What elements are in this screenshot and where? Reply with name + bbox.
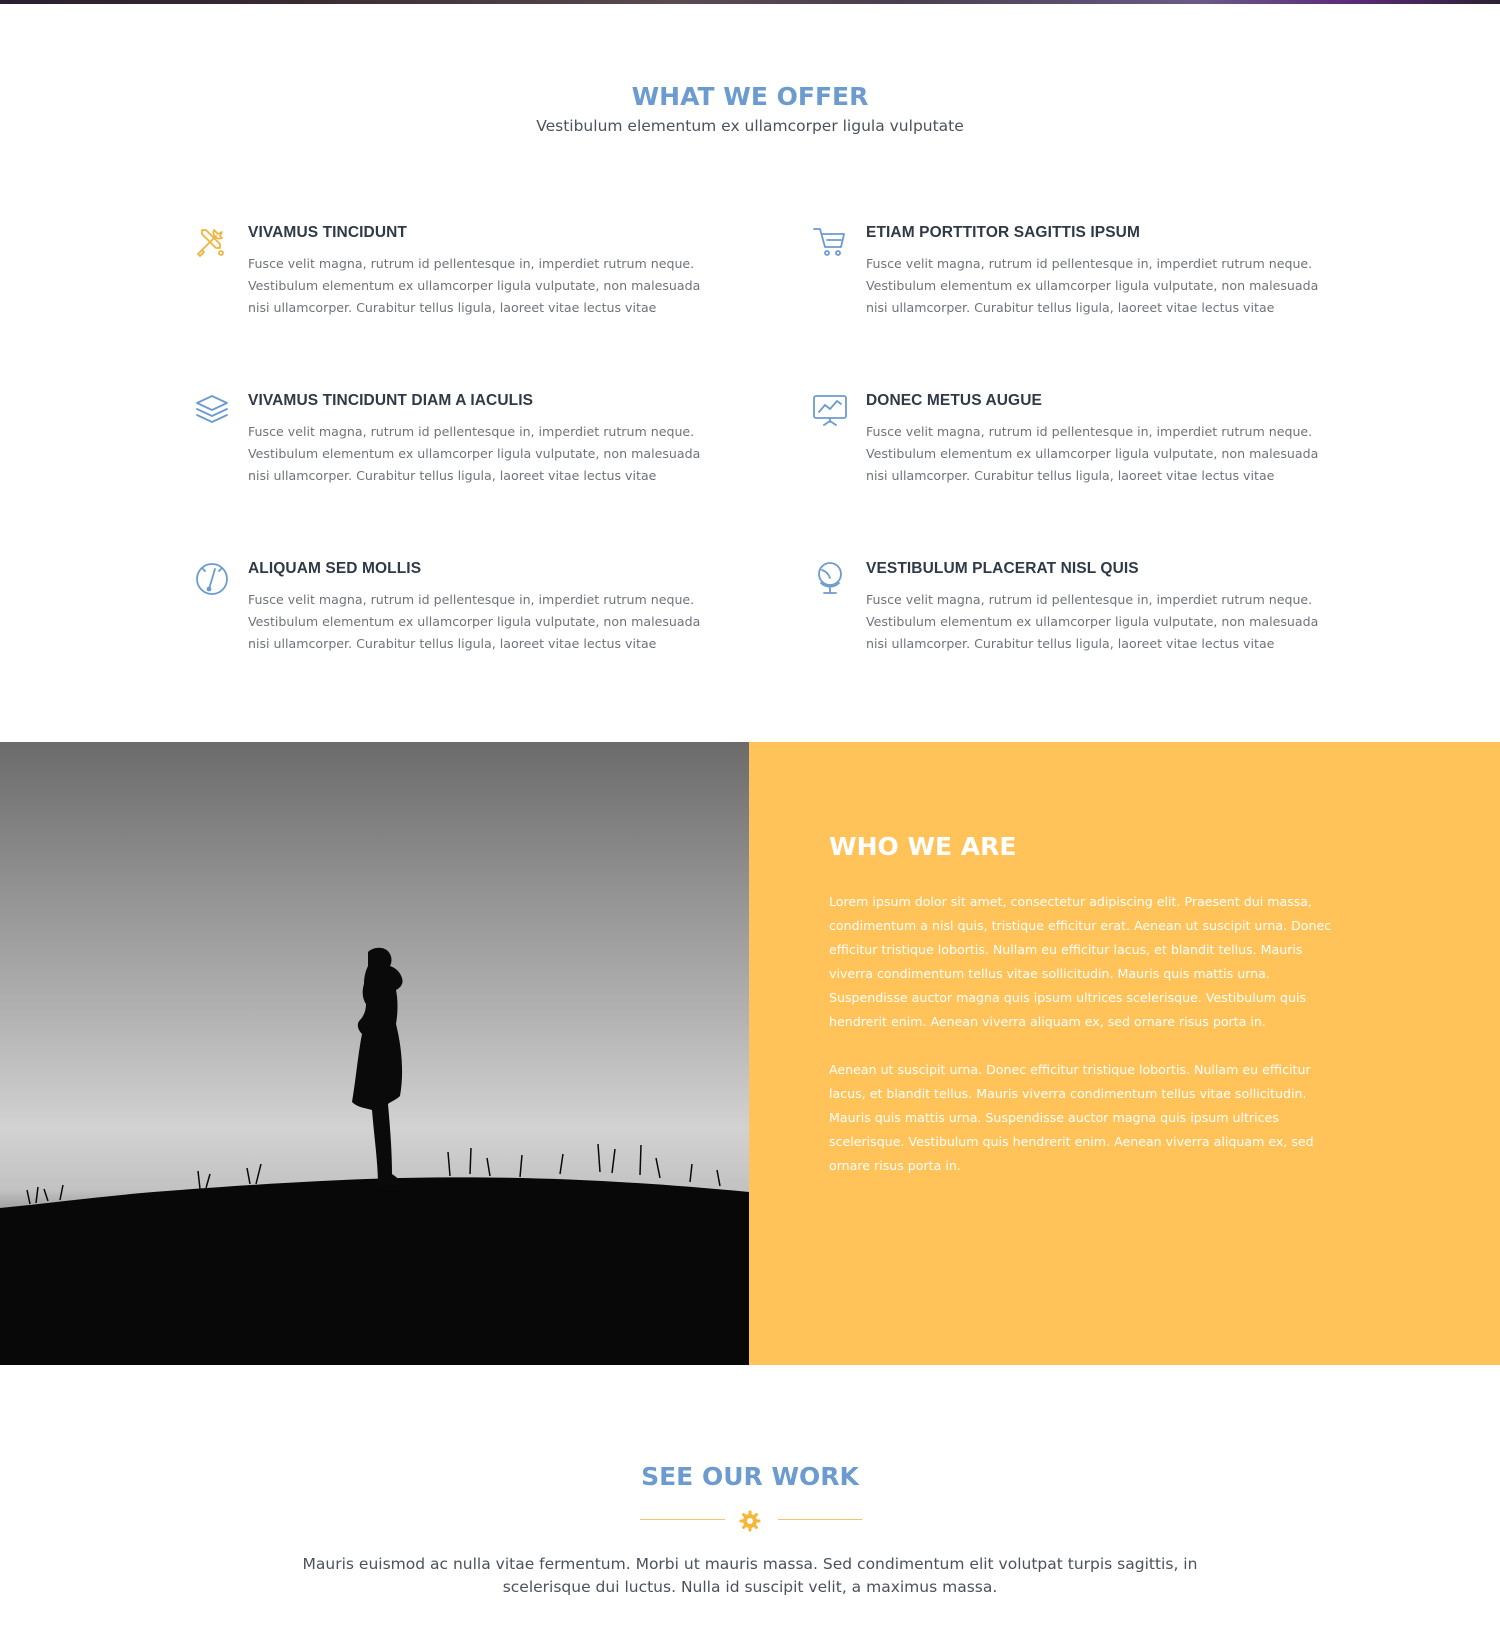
- feature-item: DONEC METUS AUGUE Fusce velit magna, rut…: [810, 390, 1330, 510]
- who-we-are-paragraph: Aenean ut suscipit urna. Donec efficitur…: [829, 1062, 1314, 1173]
- what-we-offer-section: WHAT WE OFFER Vestibulum elementum ex ul…: [0, 4, 1500, 742]
- section-subtitle: Vestibulum elementum ex ullamcorper ligu…: [536, 117, 964, 135]
- globe-icon: [810, 558, 850, 598]
- silhouette-photo: [0, 742, 749, 1365]
- who-we-are-panel: WHO WE ARE Lorem ipsum dolor sit amet, c…: [749, 742, 1500, 1365]
- presentation-chart-icon: [810, 390, 850, 430]
- feature-item: VESTIBULUM PLACERAT NISL QUIS Fusce veli…: [810, 558, 1330, 678]
- layers-icon: [192, 390, 232, 430]
- tools-icon: [192, 222, 232, 262]
- see-our-work-text: Mauris euismod ac nulla vitae fermentum.…: [302, 1555, 1198, 1596]
- who-we-are-section: WHO WE ARE Lorem ipsum dolor sit amet, c…: [0, 742, 1500, 1365]
- divider-line: [778, 1519, 862, 1520]
- feature-title: ALIQUAM SED MOLLIS: [248, 560, 422, 577]
- feature-text: Fusce velit magna, rutrum id pellentesqu…: [248, 256, 701, 315]
- feature-item: ALIQUAM SED MOLLIS Fusce velit magna, ru…: [192, 558, 712, 678]
- feature-title: VIVAMUS TINCIDUNT: [248, 224, 407, 241]
- section-title-who-we-are: WHO WE ARE: [829, 832, 1017, 861]
- section-title-see-our-work: SEE OUR WORK: [641, 1462, 859, 1491]
- feature-text: Fusce velit magna, rutrum id pellentesqu…: [866, 256, 1319, 315]
- feature-text: Fusce velit magna, rutrum id pellentesqu…: [866, 592, 1319, 651]
- section-title-what-we-offer: WHAT WE OFFER: [631, 82, 869, 111]
- feature-item: VIVAMUS TINCIDUNT Fusce velit magna, rut…: [192, 222, 712, 342]
- who-we-are-paragraph: Lorem ipsum dolor sit amet, consectetur …: [829, 894, 1332, 1029]
- section-divider: [0, 1509, 1500, 1533]
- feature-title: DONEC METUS AUGUE: [866, 392, 1042, 409]
- feature-item: VIVAMUS TINCIDUNT DIAM A IACULIS Fusce v…: [192, 390, 712, 510]
- feature-item: ETIAM PORTTITOR SAGITTIS IPSUM Fusce vel…: [810, 222, 1330, 342]
- feature-title: VESTIBULUM PLACERAT NISL QUIS: [866, 560, 1139, 577]
- feature-text: Fusce velit magna, rutrum id pellentesqu…: [248, 592, 701, 651]
- speedometer-icon: [192, 558, 232, 598]
- feature-title: VIVAMUS TINCIDUNT DIAM A IACULIS: [248, 392, 534, 409]
- feature-text: Fusce velit magna, rutrum id pellentesqu…: [248, 424, 701, 483]
- divider-line: [640, 1519, 725, 1520]
- feature-text: Fusce velit magna, rutrum id pellentesqu…: [866, 424, 1319, 483]
- feature-title: ETIAM PORTTITOR SAGITTIS IPSUM: [866, 224, 1140, 241]
- gear-icon: [738, 1509, 762, 1533]
- shopping-cart-icon: [810, 222, 850, 262]
